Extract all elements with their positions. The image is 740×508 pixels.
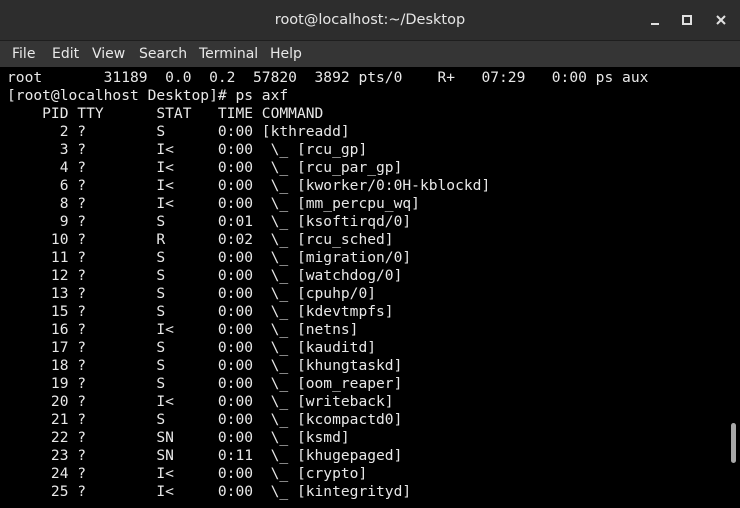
terminal-line: 21 ? S 0:00 \_ [kcompactd0] — [7, 411, 403, 428]
terminal-line: 15 ? S 0:00 \_ [kdevtmpfs] — [7, 303, 394, 320]
close-icon — [716, 15, 726, 25]
terminal-output[interactable]: root 31189 0.0 0.2 57820 3892 pts/0 R+ 0… — [7, 69, 648, 501]
terminal-line: 16 ? I< 0:00 \_ [netns] — [7, 321, 359, 338]
terminal-line: 17 ? S 0:00 \_ [kauditd] — [7, 339, 377, 356]
minimize-button[interactable] — [645, 10, 665, 30]
terminal-line: 4 ? I< 0:00 \_ [rcu_par_gp] — [7, 159, 403, 176]
terminal-line: 12 ? S 0:00 \_ [watchdog/0] — [7, 267, 403, 284]
maximize-icon — [682, 15, 692, 25]
window-title: root@localhost:~/Desktop — [274, 12, 466, 28]
menu-help[interactable]: Help — [270, 41, 302, 67]
menu-view[interactable]: View — [92, 41, 125, 67]
terminal-line: 18 ? S 0:00 \_ [khungtaskd] — [7, 357, 403, 374]
terminal-line: [root@localhost Desktop]# ps axf — [7, 87, 289, 104]
terminal-line: 24 ? I< 0:00 \_ [crypto] — [7, 465, 368, 482]
terminal-line: 6 ? I< 0:00 \_ [kworker/0:0H-kblockd] — [7, 177, 491, 194]
terminal-line: 11 ? S 0:00 \_ [migration/0] — [7, 249, 412, 266]
menu-edit[interactable]: Edit — [52, 41, 79, 67]
terminal-line: 13 ? S 0:00 \_ [cpuhp/0] — [7, 285, 377, 302]
terminal-line: 23 ? SN 0:11 \_ [khugepaged] — [7, 447, 403, 464]
menu-file[interactable]: File — [12, 41, 35, 67]
close-button[interactable] — [711, 10, 731, 30]
terminal-line: 19 ? S 0:00 \_ [oom_reaper] — [7, 375, 403, 392]
terminal-line: 3 ? I< 0:00 \_ [rcu_gp] — [7, 141, 368, 158]
terminal-line: 22 ? SN 0:00 \_ [ksmd] — [7, 429, 350, 446]
terminal-line: root 31189 0.0 0.2 57820 3892 pts/0 R+ 0… — [7, 69, 649, 86]
terminal-line: 20 ? I< 0:00 \_ [writeback] — [7, 393, 394, 410]
scrollbar[interactable] — [728, 67, 740, 508]
terminal-line: 10 ? R 0:02 \_ [rcu_sched] — [7, 231, 394, 248]
terminal-window: root@localhost:~/Desktop File Edit View … — [0, 0, 740, 508]
terminal-area[interactable]: root 31189 0.0 0.2 57820 3892 pts/0 R+ 0… — [0, 67, 740, 508]
terminal-line: 9 ? S 0:01 \_ [ksoftirqd/0] — [7, 213, 412, 230]
scrollbar-thumb[interactable] — [731, 423, 736, 463]
minimize-icon — [651, 23, 659, 25]
terminal-line: 8 ? I< 0:00 \_ [mm_percpu_wq] — [7, 195, 420, 212]
menu-search[interactable]: Search — [139, 41, 187, 67]
menu-bar: File Edit View Search Terminal Help — [0, 41, 740, 67]
terminal-line: PID TTY STAT TIME COMMAND — [7, 105, 324, 122]
title-bar[interactable]: root@localhost:~/Desktop — [0, 0, 740, 41]
terminal-line: 2 ? S 0:00 [kthreadd] — [7, 123, 350, 140]
menu-terminal[interactable]: Terminal — [199, 41, 258, 67]
terminal-line: 25 ? I< 0:00 \_ [kintegrityd] — [7, 483, 412, 500]
maximize-button[interactable] — [677, 10, 697, 30]
